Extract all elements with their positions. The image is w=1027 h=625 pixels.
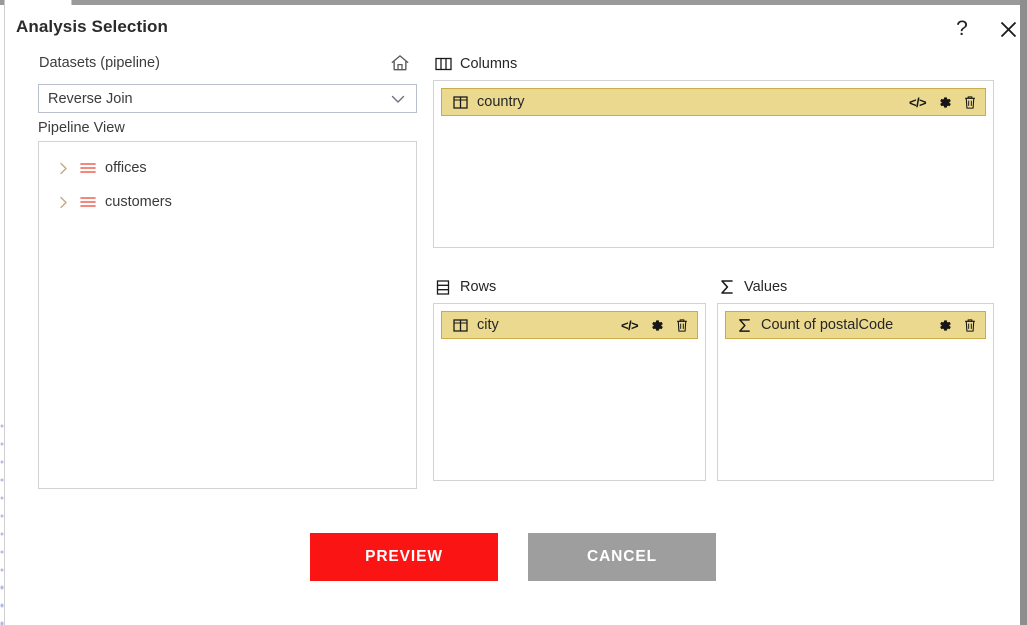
sigma-icon bbox=[734, 316, 754, 334]
tree-item-customers[interactable]: customers bbox=[39, 185, 416, 219]
rows-drop-area[interactable]: city </> bbox=[433, 303, 706, 481]
datasets-label: Datasets (pipeline) bbox=[39, 55, 160, 71]
preview-button[interactable]: PREVIEW bbox=[310, 533, 498, 581]
dialog-title: Analysis Selection bbox=[16, 17, 169, 36]
columns-grid-icon bbox=[433, 55, 453, 73]
field-chip-actions: </> bbox=[909, 95, 977, 110]
trash-icon[interactable] bbox=[963, 95, 977, 110]
page-scrollbar-track[interactable] bbox=[1020, 0, 1027, 625]
table-lines-icon bbox=[77, 158, 99, 178]
field-chip-label: Count of postalCode bbox=[761, 317, 894, 333]
gear-icon[interactable] bbox=[937, 95, 952, 110]
dialog-footer: PREVIEW CANCEL bbox=[5, 533, 1021, 581]
tree-item-offices[interactable]: offices bbox=[39, 151, 416, 185]
help-icon[interactable]: ? bbox=[949, 16, 975, 42]
table-lines-icon bbox=[77, 192, 99, 212]
cancel-button[interactable]: CANCEL bbox=[528, 533, 716, 581]
values-zone: Values Count of postalCode bbox=[717, 276, 994, 481]
analysis-selection-dialog: Analysis Selection ? Datasets (pipeline) bbox=[4, 5, 1020, 625]
field-chip-city[interactable]: city </> bbox=[441, 311, 698, 339]
dataset-select[interactable]: Reverse Join bbox=[38, 84, 417, 113]
trash-icon[interactable] bbox=[963, 318, 977, 333]
values-drop-area[interactable]: Count of postalCode bbox=[717, 303, 994, 481]
app-root: Analysis Selection ? Datasets (pipeline) bbox=[0, 0, 1027, 625]
columns-zone: Columns country </> bbox=[433, 53, 994, 248]
rows-zone: Rows city </> bbox=[433, 276, 706, 481]
dataset-select-value: Reverse Join bbox=[48, 90, 133, 107]
gear-icon[interactable] bbox=[649, 318, 664, 333]
close-icon[interactable] bbox=[995, 16, 1021, 42]
trash-icon[interactable] bbox=[675, 318, 689, 333]
column-field-icon bbox=[450, 316, 470, 334]
tree-item-label: offices bbox=[105, 160, 147, 176]
columns-zone-header: Columns bbox=[433, 53, 994, 75]
field-chip-count-of-postalcode[interactable]: Count of postalCode bbox=[725, 311, 986, 339]
field-chip-country[interactable]: country </> bbox=[441, 88, 986, 116]
chevron-down-icon bbox=[389, 90, 407, 108]
columns-zone-label: Columns bbox=[460, 56, 518, 72]
field-chip-label: country bbox=[477, 94, 525, 110]
pipeline-tree[interactable]: offices customers bbox=[38, 141, 417, 489]
pipeline-view-label: Pipeline View bbox=[38, 120, 125, 136]
field-chip-actions: </> bbox=[621, 318, 689, 333]
field-chip-label: city bbox=[477, 317, 499, 333]
datasets-panel: Datasets (pipeline) Reverse Join Pipelin… bbox=[38, 55, 417, 489]
code-icon[interactable]: </> bbox=[909, 95, 927, 110]
tree-item-label: customers bbox=[105, 194, 172, 210]
code-icon[interactable]: </> bbox=[621, 318, 639, 333]
rows-grid-icon bbox=[433, 278, 453, 296]
sigma-icon bbox=[717, 278, 737, 296]
values-zone-header: Values bbox=[717, 276, 994, 298]
page-scrollbar-thumb[interactable] bbox=[1020, 0, 1027, 625]
chevron-right-icon[interactable] bbox=[53, 158, 73, 178]
values-zone-label: Values bbox=[744, 279, 788, 295]
gear-icon[interactable] bbox=[937, 318, 952, 333]
columns-drop-area[interactable]: country </> bbox=[433, 80, 994, 248]
chevron-right-icon[interactable] bbox=[53, 192, 73, 212]
column-field-icon bbox=[450, 93, 470, 111]
field-chip-actions bbox=[937, 318, 977, 333]
rows-zone-label: Rows bbox=[460, 279, 497, 295]
datasets-label-row: Datasets (pipeline) bbox=[38, 55, 417, 79]
rows-zone-header: Rows bbox=[433, 276, 706, 298]
home-icon[interactable] bbox=[389, 52, 411, 74]
